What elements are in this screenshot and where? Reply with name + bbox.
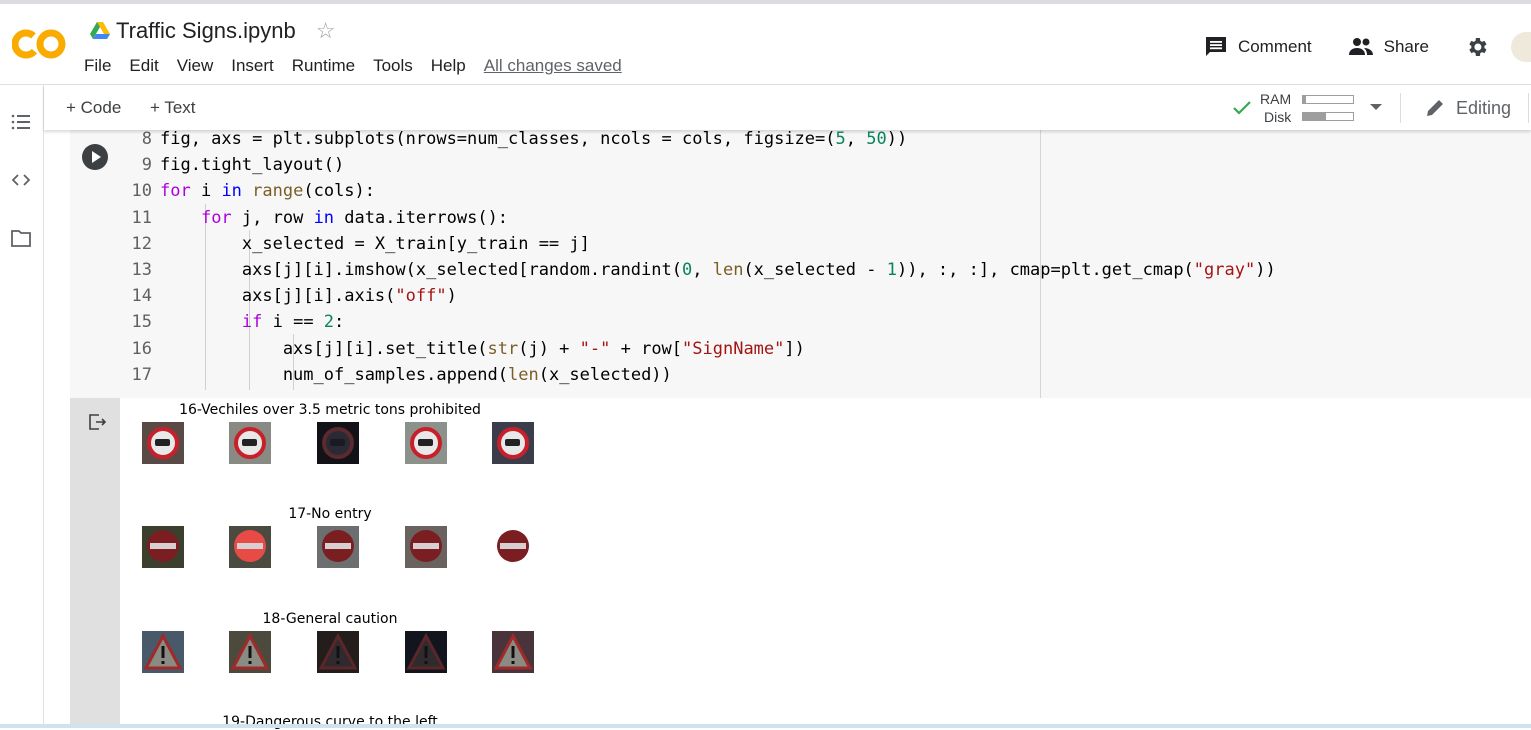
avatar[interactable] [1511,32,1531,62]
header: Traffic Signs.ipynb ☆ File Edit View Ins… [0,4,1531,85]
line-number: 16 [131,338,152,359]
share-label: Share [1383,37,1429,56]
taskbar-edge [0,724,1531,728]
notebook-title[interactable]: Traffic Signs.ipynb [116,18,296,44]
code-text: axs[j][i].imshow(x_selected[random.randi… [160,260,1276,281]
code-line[interactable]: 13 axs[j][i].imshow(x_selected[random.ra… [120,257,1276,283]
code-line[interactable]: 15 if i == 2: [120,309,1276,335]
sign-thumbnail [142,422,184,464]
sign-thumbnail [405,422,447,464]
editing-mode-button[interactable]: Editing [1424,97,1511,119]
code-line[interactable]: 11 for j, row in data.iterrows(): [120,205,1276,231]
disk-usage-bar [1302,112,1354,121]
ram-label: RAM [1260,91,1292,107]
subplot-title: 18-General caution [262,611,398,627]
subplot-title: 16-Vechiles over 3.5 metric tons prohibi… [179,402,481,418]
output-gutter [70,398,120,728]
table-of-contents-icon[interactable] [10,111,32,133]
ram-usage-fill [1303,96,1306,103]
sign-thumbnail [317,422,359,464]
menu-runtime[interactable]: Runtime [292,56,355,76]
sign-thumbnail [405,526,447,568]
comment-label: Comment [1237,37,1312,56]
star-icon[interactable]: ☆ [316,18,336,44]
add-text-button[interactable]: + Text [150,98,196,118]
code-line[interactable]: 12 x_selected = X_train[y_train == j] [120,231,1276,257]
sign-thumbnail [492,526,534,568]
pencil-icon [1427,100,1443,116]
sign-thumbnail [405,631,447,673]
output-actions-icon[interactable] [87,412,107,432]
gear-icon[interactable] [1465,35,1489,59]
add-code-button[interactable]: + Code [66,98,121,118]
notebook-toolbar: + Code + Text RAM Disk Editing [44,85,1531,130]
code-line[interactable]: 17 num_of_samples.append(len(x_selected)… [120,362,1276,388]
editing-label: Editing [1456,97,1512,118]
code-text: axs[j][i].axis("off") [160,286,457,307]
line-number: 14 [131,286,152,307]
run-cell-button[interactable] [82,144,108,170]
sign-thumbnail [229,422,271,464]
comment-icon [1205,37,1226,56]
people-icon [1348,38,1373,55]
cell-output: 16-Vechiles over 3.5 metric tons prohibi… [70,398,1531,730]
menu-tools[interactable]: Tools [373,56,413,76]
code-line[interactable]: 9 fig.tight_layout() [120,152,1276,178]
runtime-dropdown-icon[interactable] [1370,104,1382,110]
sign-thumbnail [229,631,271,673]
share-button[interactable]: Share [1348,37,1429,57]
sign-thumbnail [229,526,271,568]
code-text: num_of_samples.append(len(x_selected)) [160,364,672,385]
menu-view[interactable]: View [177,56,214,76]
line-number: 17 [131,364,152,385]
code-line[interactable]: 10 for i in range(cols): [120,178,1276,204]
code-text: fig.tight_layout() [160,155,345,176]
code-line[interactable]: 16 axs[j][i].set_title(str(j) + "-" + ro… [120,336,1276,362]
folder-icon[interactable] [10,227,32,249]
line-number: 9 [141,155,152,176]
menu-bar: File Edit View Insert Runtime Tools Help… [84,56,640,76]
sign-thumbnail [142,526,184,568]
comment-button[interactable]: Comment [1204,35,1312,59]
divider [1400,93,1401,123]
line-number: 11 [131,207,152,228]
code-text: for j, row in data.iterrows(): [200,207,509,228]
colab-logo[interactable] [12,26,66,62]
sign-thumbnail [317,526,359,568]
left-sidebar [0,85,44,728]
subplot-title: 17-No entry [288,506,372,522]
code-text: axs[j][i].set_title(str(j) + "-" + row["… [160,338,805,359]
code-text: x_selected = X_train[y_train == j] [160,233,590,254]
sign-thumbnail [317,631,359,673]
ram-usage-bar [1302,95,1354,104]
sign-thumbnail [492,422,534,464]
code-text: for i in range(cols): [160,181,376,202]
disk-label: Disk [1264,109,1292,125]
connected-check-icon [1233,101,1251,115]
menu-edit[interactable]: Edit [129,56,158,76]
code-cell[interactable]: 8 fig, axs = plt.subplots(nrows=num_class… [70,129,1531,398]
code-snippets-icon[interactable] [10,169,32,191]
line-number: 10 [131,181,152,202]
save-status[interactable]: All changes saved [484,56,622,76]
line-number: 12 [131,233,152,254]
line-number: 13 [131,260,152,281]
divider [1528,93,1529,123]
line-length-ruler [1040,130,1041,398]
code-text: if i == 2: [241,312,345,333]
google-drive-icon[interactable] [90,22,110,40]
menu-insert[interactable]: Insert [231,56,274,76]
code-line[interactable]: 14 axs[j][i].axis("off") [120,283,1276,309]
line-number: 15 [131,312,152,333]
code-editor[interactable]: 8 fig, axs = plt.subplots(nrows=num_class… [120,126,1276,388]
sign-thumbnail [142,631,184,673]
menu-file[interactable]: File [84,56,111,76]
code-text: fig, axs = plt.subplots(nrows=num_classe… [160,129,908,149]
menu-help[interactable]: Help [431,56,466,76]
disk-usage-fill [1303,113,1326,120]
sign-thumbnail [492,631,534,673]
resource-monitor[interactable]: RAM Disk [1232,90,1382,126]
